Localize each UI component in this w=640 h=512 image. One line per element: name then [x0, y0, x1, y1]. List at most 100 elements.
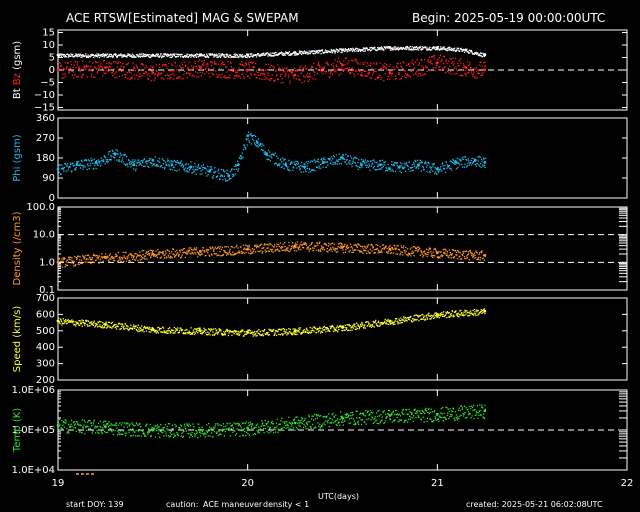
data-point	[442, 55, 444, 57]
data-point	[91, 159, 93, 161]
data-point	[268, 244, 270, 246]
data-point	[188, 72, 190, 74]
data-point	[217, 54, 219, 56]
data-point	[64, 419, 66, 421]
data-point	[199, 59, 201, 61]
data-point	[171, 63, 173, 65]
data-point	[452, 50, 455, 52]
data-point	[246, 64, 248, 66]
data-point	[102, 322, 104, 324]
data-point	[160, 327, 162, 330]
data-point	[386, 323, 388, 325]
data-point	[463, 250, 465, 252]
data-point	[379, 67, 382, 69]
data-point	[445, 60, 447, 63]
data-point	[348, 161, 350, 164]
data-point	[472, 254, 474, 256]
data-point	[67, 430, 69, 433]
data-point	[179, 76, 181, 78]
data-point	[321, 245, 323, 247]
data-point	[364, 324, 366, 326]
data-point	[190, 161, 192, 163]
data-point	[265, 333, 267, 335]
data-point	[194, 54, 196, 56]
data-point	[416, 318, 418, 321]
data-point	[438, 171, 440, 173]
data-point	[372, 167, 374, 169]
data-point	[335, 154, 337, 156]
data-point	[93, 158, 95, 160]
data-point	[151, 165, 153, 167]
data-point	[218, 246, 220, 248]
data-point	[97, 256, 100, 258]
data-point	[210, 166, 213, 168]
data-point	[220, 248, 223, 251]
data-point	[362, 324, 364, 326]
data-point	[72, 322, 74, 324]
data-point	[122, 433, 124, 435]
data-point	[357, 73, 359, 75]
data-point	[72, 263, 74, 265]
data-point	[477, 52, 479, 54]
data-point	[189, 165, 193, 169]
data-point	[396, 162, 398, 164]
data-point	[156, 331, 158, 333]
data-point	[225, 56, 227, 59]
data-point	[387, 320, 389, 322]
data-point	[392, 170, 394, 172]
data-point	[280, 73, 282, 75]
data-point	[196, 76, 198, 78]
data-point	[281, 166, 283, 168]
data-point	[416, 59, 418, 61]
data-point	[84, 256, 86, 258]
data-point	[190, 248, 193, 251]
data-point	[376, 247, 378, 250]
data-point	[115, 76, 118, 79]
data-point	[410, 167, 412, 169]
data-point	[456, 72, 458, 74]
data-point	[405, 316, 407, 319]
data-point	[89, 428, 92, 430]
data-point	[462, 254, 464, 257]
data-point	[351, 50, 354, 53]
data-point	[411, 69, 413, 71]
data-point	[313, 74, 316, 76]
data-point	[264, 249, 266, 251]
data-point	[148, 427, 150, 429]
data-point	[470, 159, 472, 162]
data-point	[222, 61, 224, 63]
data-point	[75, 163, 79, 167]
data-point	[395, 253, 397, 255]
data-point	[118, 432, 120, 434]
data-point	[202, 64, 205, 67]
data-point	[279, 75, 281, 77]
data-point	[75, 264, 77, 266]
data-point	[461, 312, 463, 314]
data-point	[187, 249, 189, 251]
data-point	[99, 69, 101, 71]
data-point	[381, 159, 383, 161]
data-point	[100, 261, 102, 263]
data-point	[184, 329, 186, 331]
data-point	[446, 164, 449, 166]
data-point	[81, 160, 83, 163]
data-point	[266, 52, 269, 54]
data-point	[398, 165, 401, 169]
data-point	[441, 59, 443, 61]
data-point	[228, 69, 230, 71]
data-point	[103, 70, 105, 72]
data-point	[174, 256, 176, 258]
data-point	[306, 328, 308, 331]
data-point	[459, 164, 461, 166]
data-point	[321, 68, 323, 70]
data-point	[197, 330, 199, 332]
data-point	[456, 254, 458, 256]
data-point	[353, 75, 355, 77]
data-point	[407, 165, 409, 168]
data-point	[424, 73, 426, 75]
data-point	[335, 50, 337, 52]
data-point	[98, 325, 100, 328]
data-point	[238, 67, 240, 69]
data-point	[97, 159, 100, 161]
data-point	[163, 160, 165, 162]
